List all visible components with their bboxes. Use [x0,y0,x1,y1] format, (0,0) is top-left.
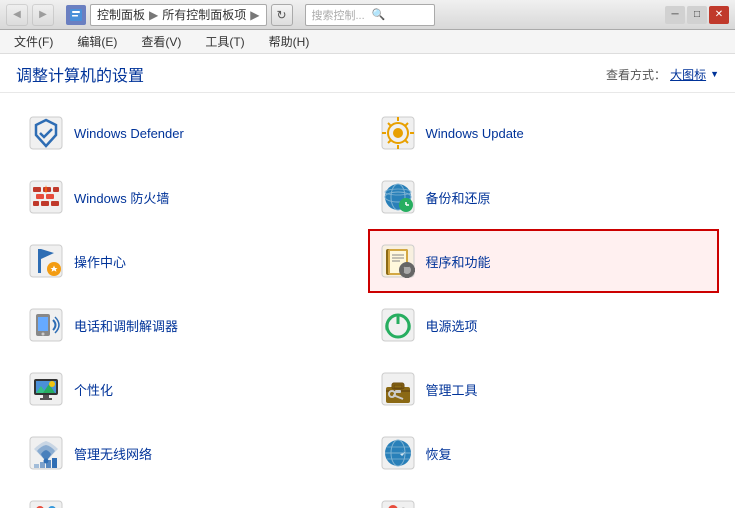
view-label: 查看方式： [606,66,666,83]
action-center-icon [26,241,66,281]
power-options-label: 电源选项 [426,316,478,335]
maximize-button[interactable]: □ [687,6,707,24]
wireless-network-label: 管理无线网络 [74,444,152,463]
action-center-label: 操作中心 [74,252,126,271]
menu-help[interactable]: 帮助(H) [265,31,314,52]
view-value[interactable]: 大图标 [670,66,706,83]
windows-update-label: Windows Update [426,126,524,141]
parental-controls-label: 家长控制 [426,508,478,509]
nav-controls: ◀ ▶ 控制面板 ▶ 所有控制面板项 ▶ ↻ 搜索控制... 🔍 [6,4,435,26]
recovery-label: 恢复 [426,444,452,463]
view-dropdown-icon[interactable]: ▼ [710,69,719,79]
list-item[interactable]: 恢复 [368,421,720,485]
power-options-icon [378,305,418,345]
back-button[interactable]: ◀ [6,4,28,26]
windows-defender-icon [26,113,66,153]
list-item[interactable]: 操作中心 [16,229,368,293]
title-bar: ◀ ▶ 控制面板 ▶ 所有控制面板项 ▶ ↻ 搜索控制... 🔍 ─ □ ✕ [0,0,735,30]
minimize-button[interactable]: ─ [665,6,685,24]
programs-features-icon [378,241,418,281]
address-sep: ▶ [149,8,158,22]
page-title: 调整计算机的设置 [16,62,144,86]
refresh-button[interactable]: ↻ [271,4,293,26]
icon-grid-area: Windows Defender Windows Update [0,93,735,508]
list-item[interactable]: Windows 防火墙 [16,165,368,229]
forward-button[interactable]: ▶ [32,4,54,26]
main-content: 调整计算机的设置 查看方式： 大图标 ▼ W [0,54,735,513]
list-item[interactable]: Windows Defender [16,101,368,165]
address-part2: 所有控制面板项 [162,6,246,23]
list-item[interactable]: 管理无线网络 [16,421,368,485]
windows-firewall-icon [26,177,66,217]
content-wrapper: 调整计算机的设置 查看方式： 大图标 ▼ W [0,54,735,513]
close-button[interactable]: ✕ [709,6,729,24]
menu-bar: 文件(F) 编辑(E) 查看(V) 工具(T) 帮助(H) [0,30,735,54]
admin-tools-icon [378,369,418,409]
icon-grid: Windows Defender Windows Update [16,101,719,508]
menu-file[interactable]: 文件(F) [10,31,57,52]
programs-features-label: 程序和功能 [426,252,491,271]
window-controls: ─ □ ✕ [665,6,729,24]
list-item[interactable]: 备份和还原 [368,165,720,229]
menu-tools[interactable]: 工具(T) [201,31,248,52]
menu-edit[interactable]: 编辑(E) [73,31,121,52]
list-item[interactable]: 家长控制 [368,485,720,508]
backup-restore-icon [378,177,418,217]
windows-update-icon [378,113,418,153]
personalization-label: 个性化 [74,380,113,399]
address-part1: 控制面板 [97,6,145,23]
personalization-icon [26,369,66,409]
search-placeholder: 搜索控制... [312,7,368,23]
list-item[interactable]: Windows Update [368,101,720,165]
search-icon[interactable]: 🔍 [372,8,428,21]
list-item[interactable]: 电源选项 [368,293,720,357]
list-item[interactable]: 家庭组 [16,485,368,508]
list-item[interactable]: 电话和调制解调器 [16,293,368,357]
homegroup-label: 家庭组 [74,508,113,509]
phone-modem-label: 电话和调制解调器 [74,316,178,335]
content-header: 调整计算机的设置 查看方式： 大图标 ▼ [0,54,735,93]
phone-modem-icon [26,305,66,345]
wireless-network-icon [26,433,66,473]
backup-restore-label: 备份和还原 [426,188,491,207]
windows-firewall-label: Windows 防火墙 [74,188,169,207]
address-box[interactable]: 控制面板 ▶ 所有控制面板项 ▶ [90,4,267,26]
list-item[interactable]: 程序和功能 [368,229,720,293]
list-item[interactable]: 个性化 [16,357,368,421]
homegroup-icon [26,497,66,508]
menu-view[interactable]: 查看(V) [137,31,185,52]
admin-tools-label: 管理工具 [426,380,478,399]
address-icon [66,5,86,25]
search-box[interactable]: 搜索控制... 🔍 [305,4,435,26]
view-options: 查看方式： 大图标 ▼ [606,66,719,83]
address-sep2: ▶ [250,8,259,22]
list-item[interactable]: 管理工具 [368,357,720,421]
recovery-icon [378,433,418,473]
windows-defender-label: Windows Defender [74,126,184,141]
address-bar: 控制面板 ▶ 所有控制面板项 ▶ ↻ [66,4,293,26]
parental-controls-icon [378,497,418,508]
